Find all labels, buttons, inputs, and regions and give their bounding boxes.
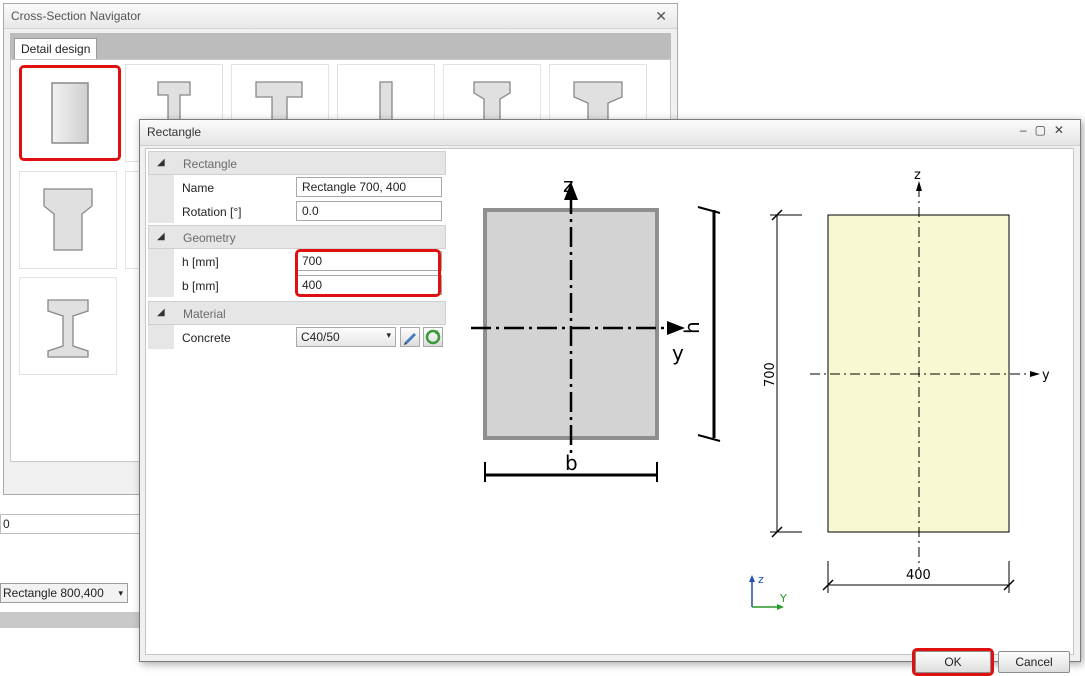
navigator-title: Cross-Section Navigator (4, 4, 677, 29)
property-row-rotation: Rotation [°] 0.0 (148, 199, 446, 223)
cancel-button[interactable]: Cancel (998, 651, 1070, 673)
schematic-z-label: z (563, 173, 574, 197)
refresh-icon (425, 329, 441, 345)
background-strip (0, 612, 140, 628)
dialog-title: Rectangle (140, 120, 1080, 146)
drawing-y-label: y (1042, 368, 1050, 383)
chevron-down-icon: ▾ (386, 330, 391, 340)
dialog-content: ◢ Rectangle Name Rectangle 700, 400 Rota… (145, 148, 1074, 676)
rectangle-shape-tile[interactable] (19, 65, 121, 161)
background-section-combo[interactable]: Rectangle 800,400 ▾ (0, 583, 128, 603)
schematic-b-label: b (565, 451, 578, 475)
highlight-dimensions (295, 249, 441, 297)
collapse-icon[interactable]: ◢ (157, 307, 165, 318)
triad-y-label: Y (779, 592, 787, 605)
axis-triad-icon: z Y (749, 573, 787, 610)
arrow-right-icon (1030, 371, 1040, 377)
chevron-down-icon: ▾ (118, 588, 123, 598)
name-field[interactable]: Rectangle 700, 400 (296, 177, 442, 197)
section-drawing: z y 700 400 (763, 169, 1050, 593)
close-icon[interactable]: ✕ (655, 4, 667, 28)
section-geometry[interactable]: ◢ Geometry (148, 225, 446, 249)
i-beam-shape-tile[interactable] (19, 277, 117, 375)
rectangle-dialog: Rectangle –▢✕ ◢ Rectangle Name Rectangle… (139, 119, 1081, 676)
schematic-y-label: y (672, 341, 684, 365)
height-dimension-label: 700 (763, 362, 778, 387)
edit-material-button[interactable] (400, 327, 420, 347)
tapered-beam-shape-tile[interactable] (19, 171, 117, 269)
property-row-name: Name Rectangle 700, 400 (148, 175, 446, 199)
window-controls-icon[interactable]: –▢✕ (1020, 123, 1072, 137)
navigator-tabstrip: Detail design (10, 33, 671, 60)
schematic-diagram: z y h b (471, 173, 721, 482)
rotation-field[interactable]: 0.0 (296, 201, 442, 221)
property-row-concrete: Concrete C40/50 ▾ (148, 325, 446, 349)
collapse-icon[interactable]: ◢ (157, 157, 165, 168)
highlight-ok (912, 648, 994, 676)
refresh-material-button[interactable] (423, 327, 443, 347)
section-material[interactable]: ◢ Material (148, 301, 446, 325)
section-rectangle[interactable]: ◢ Rectangle (148, 151, 446, 175)
triad-z-label: z (758, 573, 764, 586)
schematic-h-label: h (680, 321, 704, 334)
pencil-icon (404, 333, 416, 345)
drawing-z-label: z (914, 169, 921, 183)
width-dimension-label: 400 (906, 568, 931, 583)
tab-detail-design[interactable]: Detail design (14, 38, 98, 60)
concrete-select[interactable]: C40/50 ▾ (296, 327, 396, 347)
background-field[interactable]: 0 (0, 514, 140, 534)
collapse-icon[interactable]: ◢ (157, 231, 165, 242)
